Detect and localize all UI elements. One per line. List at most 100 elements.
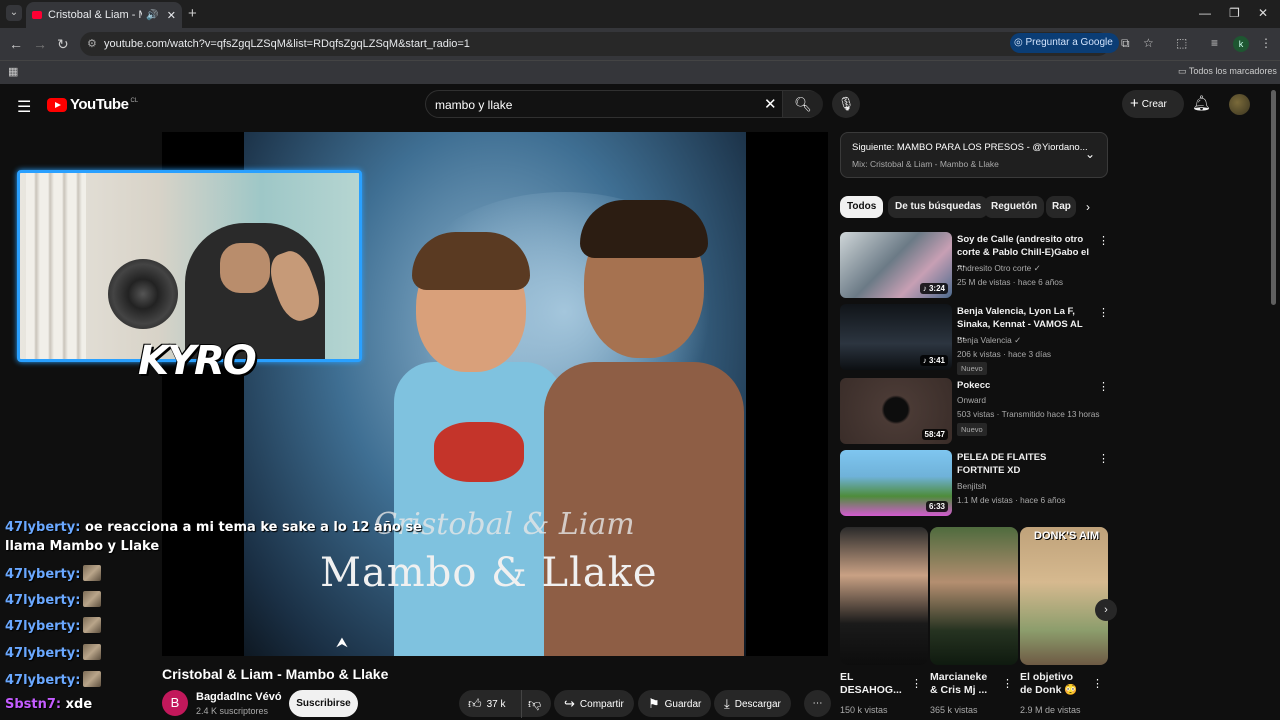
chevron-down-icon[interactable]: ⌄ [1085, 147, 1095, 161]
rec-channel: Benjitsh [957, 481, 987, 491]
rec-title: PELEA DE FLAITES FORTNITE XD [957, 452, 1047, 476]
short-thumbnail[interactable]: DONK'S AIM [1020, 527, 1108, 665]
maximize-icon[interactable]: ❐ [1229, 6, 1240, 20]
bookmark-star-icon[interactable]: ☆ [1143, 36, 1154, 50]
bookmark-icon: ⚑ [648, 696, 660, 711]
shorts-next-icon[interactable]: › [1095, 599, 1117, 621]
chip-de-tus-busquedas[interactable]: De tus búsquedas [888, 196, 989, 218]
apps-grid-icon[interactable]: ▦ [8, 65, 18, 78]
chat-emote-icon [83, 644, 102, 660]
back-icon[interactable]: ← [9, 36, 23, 52]
video-overlay-subtitle: Mambo & Llake [320, 550, 658, 596]
channel-avatar[interactable]: B [162, 690, 188, 716]
recommendation-item[interactable]: ♪ 3:24 Soy de Calle (andresito otro cort… [840, 232, 1109, 298]
search-icon: 🔍︎ [794, 96, 812, 112]
search-input[interactable]: mambo y llake [435, 98, 512, 112]
video-thumbnail[interactable]: ♪ 3:24 [840, 232, 952, 298]
chat-user: 47lyberty: [5, 520, 81, 535]
create-label: Crear [1141, 99, 1167, 110]
profile-avatar[interactable]: k [1233, 36, 1249, 52]
subscriber-count: 2.4 K suscriptores [196, 706, 269, 716]
like-button[interactable]: 👍︎ 37 k [468, 690, 506, 718]
all-bookmarks-label: Todos los marcadores [1188, 66, 1277, 76]
rec-title: Pokecc [957, 380, 991, 391]
search-box[interactable]: mambo y llake ✕ 🔍︎ [425, 90, 823, 118]
more-vert-icon[interactable]: ⋮ [1098, 380, 1109, 393]
new-tab-icon[interactable]: + [188, 5, 197, 22]
google-lens-icon: ◎ [1014, 37, 1026, 48]
save-label: Guardar [664, 699, 702, 710]
reload-icon[interactable]: ↻ [57, 36, 69, 53]
more-vert-icon[interactable]: ⋮ [1098, 306, 1109, 319]
chat-message: 47lyberty: [5, 671, 102, 688]
close-tab-icon[interactable]: ✕ [167, 9, 176, 22]
short-title[interactable]: El objetivo de Donk 😳 [1020, 671, 1086, 697]
more-vert-icon[interactable]: ⋮ [1002, 677, 1013, 690]
extensions-icon[interactable]: ⬚ [1176, 36, 1187, 50]
notifications-bell-icon[interactable]: 🔔︎ [1192, 94, 1211, 112]
rec-channel: Benja Valencia ✓ [957, 335, 1022, 345]
more-vert-icon[interactable]: ⋮ [1098, 234, 1109, 247]
chevron-right-icon[interactable]: › [1086, 200, 1090, 214]
video-thumbnail[interactable]: 58:47 [840, 378, 952, 444]
chip-regueton[interactable]: Reguetón [984, 196, 1045, 218]
more-vert-icon[interactable]: ⋮ [1092, 677, 1103, 690]
tab-active[interactable]: Cristobal & Liam - Mambo 🔊 ✕ [26, 2, 182, 28]
user-avatar[interactable] [1229, 94, 1250, 115]
chrome-menu-icon[interactable]: ⋮ [1260, 36, 1272, 50]
duration: ♪ 3:41 [919, 355, 948, 366]
close-window-icon[interactable]: ✕ [1258, 6, 1268, 20]
forward-icon[interactable]: → [33, 36, 47, 52]
ask-google-button[interactable]: ◎ Preguntar a Google [1010, 33, 1119, 53]
clear-search-icon[interactable]: ✕ [764, 95, 777, 113]
menu-hamburger-icon[interactable]: ☰ [17, 97, 31, 117]
site-info-icon[interactable]: ⚙ [87, 32, 97, 56]
install-icon[interactable]: ⧉ [1121, 36, 1130, 51]
chat-message: 47lyberty: [5, 591, 102, 608]
recommendation-item[interactable]: 58:47 Pokecc Onward 503 vistas · Transmi… [840, 378, 1109, 444]
rec-meta: 503 vistas · Transmitido hace 13 horas [957, 409, 1100, 419]
dislike-button[interactable]: 👎︎ [521, 690, 546, 718]
playlist-next-panel[interactable]: Siguiente: MAMBO PARA LOS PRESOS - @Yior… [840, 132, 1108, 178]
share-button[interactable]: ↪ Compartir [554, 690, 634, 717]
scrollbar-thumb[interactable] [1271, 90, 1276, 305]
ask-google-label: Preguntar a Google [1025, 37, 1113, 48]
video-thumbnail[interactable]: 6:33 [840, 450, 952, 516]
save-button[interactable]: ⚑ Guardar [638, 690, 712, 717]
video-title: Cristobal & Liam - Mambo & Llake [162, 666, 389, 682]
more-vert-icon[interactable]: ⋮ [911, 677, 922, 690]
video-thumbnail[interactable]: ♪ 3:41 [840, 304, 952, 370]
more-vert-icon[interactable]: ⋮ [1098, 452, 1109, 465]
thumbs-up-icon: 👍︎ [468, 696, 482, 711]
more-actions-button[interactable]: ⋯ [804, 690, 831, 717]
voice-search-button[interactable]: 🎙︎ [832, 90, 860, 118]
youtube-logo[interactable]: YouTube CL [47, 96, 138, 113]
mouse-cursor-icon: ⮝ [336, 634, 348, 650]
short-title[interactable]: Marcianeke & Cris Mj ... [930, 671, 996, 697]
duration: ♪ 3:24 [919, 283, 948, 294]
download-label: Descargar [734, 699, 781, 710]
verified-icon: ✓ [1033, 263, 1041, 273]
address-bar[interactable]: ⚙ youtube.com/watch?v=qfsZgqLZSqM&list=R… [80, 32, 1110, 56]
download-icon: ⤓ [724, 696, 730, 711]
audio-icon[interactable]: 🔊 [146, 10, 158, 21]
search-button[interactable]: 🔍︎ [782, 91, 823, 117]
recommendation-item[interactable]: ♪ 3:41 Benja Valencia, Lyon La F, Sinaka… [840, 304, 1109, 375]
rec-meta: 206 k vistas · hace 3 días [957, 349, 1052, 359]
chip-rap[interactable]: Rap [1046, 196, 1076, 218]
download-button[interactable]: ⤓ Descargar [714, 690, 791, 717]
create-button[interactable]: + Crear [1122, 90, 1184, 118]
tab-search-icon[interactable]: ⌄ [6, 5, 22, 21]
minimize-icon[interactable]: — [1199, 6, 1211, 20]
media-controls-icon[interactable]: ≡ [1211, 36, 1218, 50]
short-thumbnail[interactable] [840, 527, 928, 665]
channel-name[interactable]: BagdadInc Vévó [196, 691, 282, 703]
chat-message: 47lyberty: oe reacciona a mi tema ke sak… [5, 518, 435, 556]
short-thumbnail[interactable] [930, 527, 1018, 665]
folder-icon: ▭ [1178, 66, 1189, 76]
short-title[interactable]: EL DESAHOG... [840, 671, 906, 697]
all-bookmarks[interactable]: ▭ Todos los marcadores [1178, 66, 1277, 77]
recommendation-item[interactable]: 6:33 PELEA DE FLAITES FORTNITE XD Benjit… [840, 450, 1109, 516]
subscribe-button[interactable]: Suscribirse [289, 690, 358, 717]
chip-todos[interactable]: Todos [840, 196, 884, 218]
